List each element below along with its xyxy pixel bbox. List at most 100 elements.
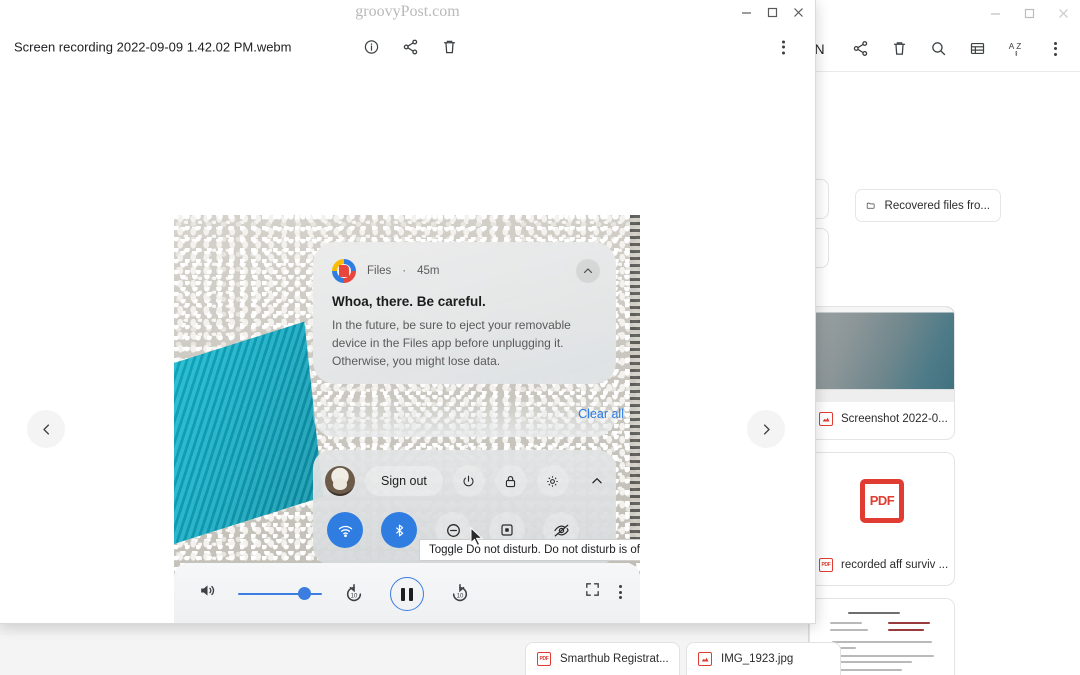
quick-settings-collapse-button[interactable]: [590, 474, 604, 488]
player-stage: Files · 45m Whoa, there. Be careful. In …: [0, 70, 815, 624]
avatar[interactable]: [325, 466, 355, 496]
shelf-item-label: IMG_1923.jpg: [721, 653, 793, 665]
player-window-controls: [733, 0, 811, 24]
previous-button[interactable]: [27, 410, 65, 448]
notification-time: 45m: [417, 265, 439, 277]
notification-app-name: Files: [367, 265, 391, 277]
chevron-left-icon: [39, 422, 54, 437]
do-not-disturb-tooltip: Toggle Do not disturb. Do not disturb is…: [419, 539, 640, 561]
player-minimize-button[interactable]: [733, 0, 759, 24]
file-item-row: Screenshot 2022-0...: [810, 402, 954, 436]
file-item-folder[interactable]: Recovered files fro...: [855, 189, 1001, 222]
delete-icon[interactable]: [880, 29, 919, 68]
file-item-screenshot[interactable]: Screenshot 2022-0...: [809, 306, 955, 440]
screenshot-root: EN: [0, 0, 1080, 675]
video-scene-towel: [174, 322, 323, 544]
svg-text:Z: Z: [1016, 42, 1021, 51]
files-minimize-button[interactable]: [978, 0, 1012, 26]
file-thumbnail: PDF: [810, 453, 954, 548]
svg-text:A: A: [1008, 42, 1014, 51]
image-file-icon: [698, 652, 712, 666]
play-pause-button[interactable]: [390, 577, 424, 611]
wifi-icon[interactable]: [327, 512, 363, 548]
thumbnail-detail-2: [846, 394, 856, 402]
more-vertical-icon[interactable]: [1036, 29, 1075, 68]
files-app-icon: [332, 259, 356, 283]
player-header: Screen recording 2022-09-09 1.42.02 PM.w…: [0, 24, 815, 70]
clear-all-button[interactable]: Clear all: [578, 407, 624, 421]
notification-card[interactable]: Files · 45m Whoa, there. Be careful. In …: [313, 242, 616, 384]
image-file-icon: [819, 412, 833, 426]
player-overflow-menu[interactable]: [764, 28, 803, 67]
chevron-up-icon: [582, 265, 594, 277]
next-button[interactable]: [747, 410, 785, 448]
share-icon[interactable]: [391, 28, 430, 67]
page-title: Screen recording 2022-09-09 1.42.02 PM.w…: [14, 40, 292, 55]
thumbnail-screenshot: [810, 307, 954, 402]
pdf-large-icon: PDF: [860, 479, 904, 523]
shelf-item-img[interactable]: IMG_1923.jpg: [686, 642, 841, 675]
lock-icon[interactable]: [495, 465, 527, 497]
video-player-window: groovyPost.com Screen recording 2022-09-…: [0, 0, 816, 624]
power-icon[interactable]: [453, 465, 485, 497]
more-dots: [619, 585, 622, 599]
player-close-button[interactable]: [785, 0, 811, 24]
file-item-pdf-recorded[interactable]: PDF PDF recorded aff surviv ...: [809, 452, 955, 586]
sort-az-icon[interactable]: A Z: [997, 29, 1036, 68]
notification-body: In the future, be sure to eject your rem…: [332, 316, 597, 370]
svg-text:10: 10: [351, 593, 358, 599]
control-bar-seek-row: 00:20 00:49: [174, 621, 640, 624]
bluetooth-icon[interactable]: [381, 512, 417, 548]
files-close-button[interactable]: [1046, 0, 1080, 26]
player-action-buttons: [352, 28, 469, 67]
files-content-area: Recovered files fro... Screenshot 2022-0…: [809, 72, 1080, 675]
chevron-right-icon: [759, 422, 774, 437]
sign-out-button[interactable]: Sign out: [365, 466, 443, 496]
svg-text:10: 10: [457, 593, 464, 599]
files-maximize-button[interactable]: [1012, 0, 1046, 26]
list-view-icon[interactable]: [958, 29, 997, 68]
mouse-cursor: [470, 527, 484, 546]
pause-icon: [401, 588, 412, 601]
files-app-window: EN: [808, 0, 1080, 675]
pdf-file-icon: PDF: [537, 652, 551, 666]
transport-controls: 10 10: [174, 577, 640, 611]
folder-icon: [866, 198, 876, 213]
more-dots: [782, 40, 785, 54]
taskbar-shelf: PDF Smarthub Registrat... IMG_1923.jpg: [0, 635, 808, 675]
notification-collapse-button[interactable]: [576, 259, 600, 283]
notification-separator: ·: [402, 265, 406, 277]
shelf-item-smarthub[interactable]: PDF Smarthub Registrat...: [525, 642, 680, 675]
quick-settings-top-row: Sign out: [325, 460, 604, 502]
rewind-10-icon[interactable]: 10: [339, 579, 369, 609]
more-dots: [1054, 42, 1057, 56]
file-item-label: Screenshot 2022-0...: [841, 413, 948, 425]
delete-icon[interactable]: [430, 28, 469, 67]
share-icon[interactable]: [841, 29, 880, 68]
info-icon[interactable]: [352, 28, 391, 67]
player-maximize-button[interactable]: [759, 0, 785, 24]
watermark: groovyPost.com: [0, 3, 815, 21]
files-toolbar: EN: [809, 26, 1080, 72]
shelf-item-label: Smarthub Registrat...: [560, 653, 669, 665]
video-canvas[interactable]: Files · 45m Whoa, there. Be careful. In …: [174, 215, 640, 624]
file-thumbnail: [810, 307, 954, 402]
settings-gear-icon[interactable]: [537, 465, 569, 497]
chevron-up-icon: [590, 474, 604, 488]
control-bar-right: [584, 581, 622, 603]
fullscreen-icon[interactable]: [584, 581, 601, 603]
player-control-bar: 10 10: [174, 563, 640, 624]
forward-10-icon[interactable]: 10: [445, 579, 475, 609]
player-titlebar: groovyPost.com: [0, 0, 815, 24]
file-item-label: Recovered files fro...: [885, 200, 990, 212]
thumbnail-detail-1: [814, 398, 828, 401]
notification-title: Whoa, there. Be careful.: [332, 294, 597, 309]
control-bar-top-row: 10 10: [174, 563, 640, 621]
video-scene-edge: [630, 215, 640, 545]
notification-shade: [313, 397, 616, 437]
file-item-row: PDF recorded aff surviv ...: [810, 548, 954, 582]
search-icon[interactable]: [919, 29, 958, 68]
file-item-label: recorded aff surviv ...: [841, 559, 948, 571]
player-more-vertical-icon[interactable]: [619, 585, 622, 599]
notification-header: Files · 45m: [332, 259, 597, 283]
